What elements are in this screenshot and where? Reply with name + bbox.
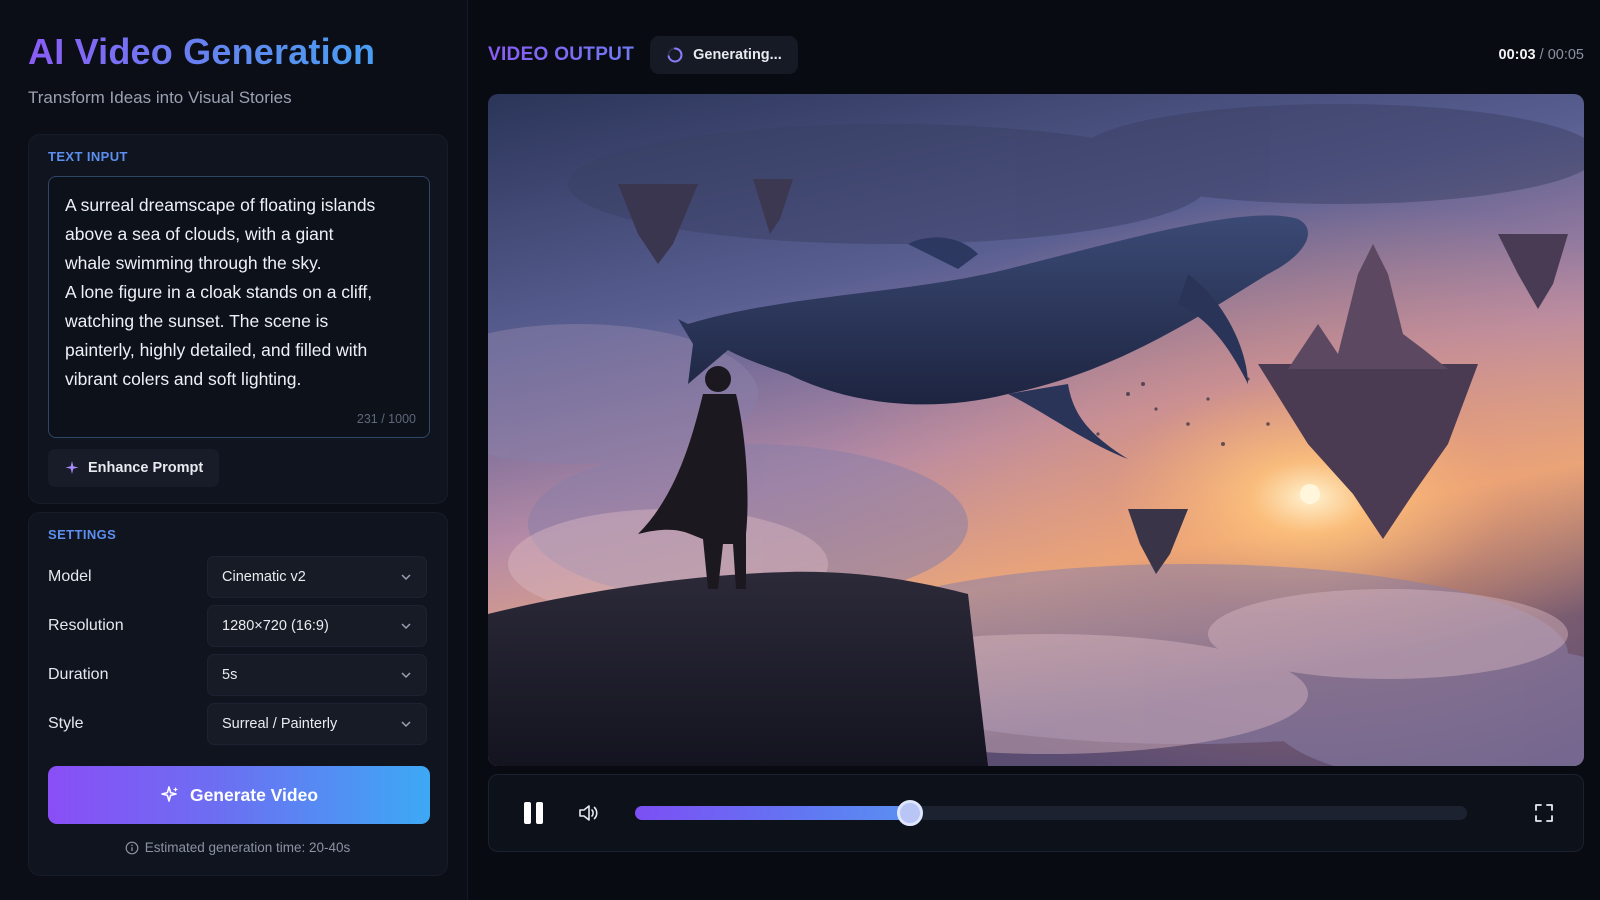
video-frame-image [488, 94, 1584, 766]
chevron-down-icon [401, 721, 411, 728]
output-topbar: VIDEO OUTPUT Generating... 00:03 / 00:05 [488, 36, 1584, 74]
model-select[interactable]: Cinematic v2 [207, 556, 427, 598]
text-input-panel: TEXT INPUT A surreal dreamscape of float… [28, 134, 448, 504]
prompt-text[interactable]: A surreal dreamscape of floating islands… [65, 191, 413, 394]
estimated-time-text: Estimated generation time: 20-40s [144, 840, 351, 855]
progress-bar[interactable] [635, 800, 1467, 826]
sidebar: AI Video Generation Transform Ideas into… [0, 0, 468, 900]
pause-button[interactable] [521, 801, 545, 825]
time-separator: / [1535, 47, 1548, 63]
duration-select-value: 5s [222, 667, 238, 683]
status-badge: Generating... [650, 36, 798, 74]
settings-rows: Model Cinematic v2 Resolution 1280×720 (… [48, 556, 427, 745]
char-count: 231 / 1000 [356, 412, 416, 426]
prompt-textarea[interactable]: A surreal dreamscape of floating islands… [48, 176, 430, 438]
model-select-value: Cinematic v2 [222, 569, 306, 585]
status-text: Generating... [693, 47, 782, 63]
fullscreen-icon [1535, 804, 1553, 822]
main-area: VIDEO OUTPUT Generating... 00:03 / 00:05 [468, 0, 1600, 900]
text-input-label: TEXT INPUT [48, 149, 128, 164]
app-title: AI Video Generation [28, 30, 447, 74]
pause-icon-bar [535, 802, 543, 824]
time-current: 00:03 [1498, 47, 1536, 63]
time-total: 00:05 [1547, 47, 1584, 63]
player-controls [488, 774, 1584, 852]
volume-button[interactable] [575, 800, 601, 826]
setting-row-duration: Duration 5s [48, 654, 427, 696]
setting-row-style: Style Surreal / Painterly [48, 703, 427, 745]
enhance-prompt-label: Enhance Prompt [88, 460, 204, 476]
estimated-time: Estimated generation time: 20-40s [48, 840, 427, 855]
setting-row-model: Model Cinematic v2 [48, 556, 427, 598]
info-icon [125, 841, 139, 854]
app-subtitle: Transform Ideas into Visual Stories [28, 88, 292, 107]
generate-video-label: Generate Video [189, 784, 319, 805]
progress-thumb[interactable] [896, 800, 923, 826]
settings-panel: SETTINGS Model Cinematic v2 Resolution 1… [28, 512, 448, 876]
sparkle-icon [65, 461, 79, 474]
style-select-value: Surreal / Painterly [222, 716, 338, 732]
setting-label-resolution: Resolution [48, 617, 124, 634]
video-output-title: VIDEO OUTPUT [488, 44, 635, 65]
settings-label: SETTINGS [48, 527, 117, 542]
progress-fill [635, 806, 910, 820]
resolution-select-value: 1280×720 (16:9) [222, 618, 329, 634]
style-select[interactable]: Surreal / Painterly [207, 703, 427, 745]
chevron-down-icon [401, 672, 411, 679]
setting-label-style: Style [48, 715, 84, 732]
generate-video-button[interactable]: Generate Video [48, 766, 430, 824]
timecode: 00:03 / 00:05 [1499, 47, 1584, 63]
app-root: AI Video Generation Transform Ideas into… [0, 0, 1600, 900]
enhance-prompt-button[interactable]: Enhance Prompt [48, 449, 220, 487]
spinner-icon [667, 47, 683, 63]
setting-row-resolution: Resolution 1280×720 (16:9) [48, 605, 427, 647]
setting-label-duration: Duration [48, 666, 109, 683]
duration-select[interactable]: 5s [207, 654, 427, 696]
fullscreen-button[interactable] [1531, 800, 1557, 826]
volume-icon [579, 805, 598, 821]
sparkle-icon [161, 786, 178, 802]
pause-icon [523, 802, 531, 824]
resolution-select[interactable]: 1280×720 (16:9) [207, 605, 427, 647]
chevron-down-icon [401, 623, 411, 630]
video-preview[interactable] [488, 94, 1584, 766]
chevron-down-icon [401, 574, 411, 581]
setting-label-model: Model [48, 568, 92, 585]
